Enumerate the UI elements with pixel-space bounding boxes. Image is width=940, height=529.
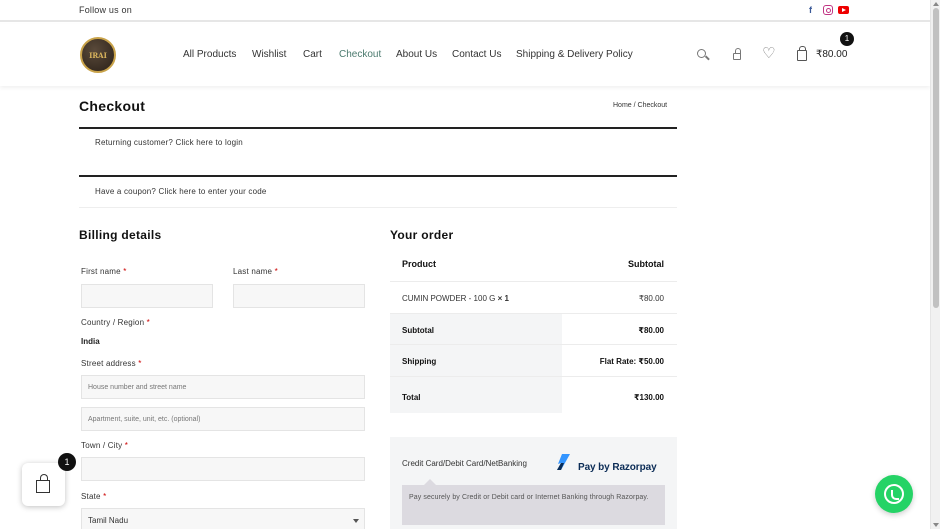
country-label: Country / Region *: [81, 318, 150, 327]
cart-bag-icon[interactable]: [797, 46, 807, 61]
shopping-bag-icon: [36, 474, 50, 493]
breadcrumb-separator: /: [633, 102, 636, 109]
top-bar: Follow us on f: [0, 0, 930, 22]
shipping-label: Shipping: [402, 357, 437, 366]
total-row: Total ₹130.00: [390, 377, 677, 413]
country-label-text: Country / Region: [81, 318, 145, 327]
last-name-label: Last name *: [233, 267, 278, 276]
order-table-header: Product Subtotal: [390, 245, 677, 282]
logo-text: IRAI: [89, 51, 107, 60]
state-selected-value: Tamil Nadu: [88, 515, 129, 525]
nav-cart[interactable]: Cart: [303, 49, 322, 60]
street-address-placeholder: House number and street name: [88, 383, 187, 391]
header-cart-total[interactable]: ₹80.00: [816, 49, 847, 60]
header-cart-count-badge: 1: [840, 32, 854, 46]
col-subtotal: Subtotal: [628, 259, 664, 269]
scroll-up-arrow-icon[interactable]: [933, 2, 939, 6]
apartment-input[interactable]: Apartment, suite, unit, etc. (optional): [81, 407, 365, 431]
required-mark: *: [124, 441, 129, 450]
nav-contact-us[interactable]: Contact Us: [452, 49, 501, 60]
shipping-row: Shipping Flat Rate: ₹50.00: [390, 345, 677, 377]
nav-about-us[interactable]: About Us: [396, 49, 437, 60]
last-name-label-text: Last name: [233, 267, 273, 276]
town-city-label-text: Town / City: [81, 441, 123, 450]
total-label: Total: [402, 393, 421, 402]
item-qty: × 1: [497, 294, 509, 303]
required-mark: *: [123, 267, 127, 276]
facebook-icon[interactable]: f: [809, 4, 812, 16]
breadcrumb-home[interactable]: Home: [613, 102, 632, 109]
town-city-input[interactable]: [81, 457, 365, 481]
first-name-input[interactable]: [81, 284, 213, 308]
order-table: Product Subtotal CUMIN POWDER - 100 G × …: [390, 245, 677, 413]
nav-shipping-policy[interactable]: Shipping & Delivery Policy: [516, 49, 633, 60]
last-name-input[interactable]: [233, 284, 365, 308]
account-lock-icon[interactable]: [733, 48, 741, 60]
chevron-down-icon: [353, 519, 359, 523]
search-icon[interactable]: [697, 49, 706, 58]
follow-us-text: Follow us on: [79, 5, 132, 15]
youtube-icon[interactable]: [838, 6, 849, 14]
scrollbar-thumb[interactable]: [933, 8, 939, 308]
floating-cart-count-badge: 1: [58, 453, 76, 471]
subtotal-label: Subtotal: [402, 326, 434, 335]
whatsapp-icon: [884, 484, 904, 504]
required-mark: *: [138, 359, 142, 368]
coupon-link[interactable]: Have a coupon? Click here to enter your …: [95, 187, 267, 196]
order-item-name: CUMIN POWDER - 100 G × 1: [402, 294, 509, 303]
returning-customer-login-link[interactable]: Returning customer? Click here to login: [95, 138, 243, 147]
billing-details-title: Billing details: [79, 228, 162, 242]
wishlist-heart-icon[interactable]: ♡: [762, 44, 775, 64]
scroll-down-arrow-icon[interactable]: [933, 523, 939, 527]
whatsapp-chat-button[interactable]: [875, 475, 913, 513]
item-name-text: CUMIN POWDER - 100 G: [402, 294, 496, 303]
coupon-top-rule: [79, 175, 677, 177]
floating-cart-button[interactable]: [22, 463, 65, 506]
shipping-value: Flat Rate: ₹50.00: [599, 357, 664, 366]
payment-description: Pay securely by Credit or Debit card or …: [402, 479, 665, 525]
instagram-icon[interactable]: [823, 5, 833, 15]
breadcrumb-current: Checkout: [637, 102, 668, 109]
required-mark: *: [146, 318, 150, 327]
site-logo[interactable]: IRAI: [80, 37, 116, 73]
state-label-text: State: [81, 492, 101, 501]
your-order-title: Your order: [390, 228, 454, 242]
notice-top-rule: [79, 127, 677, 129]
payment-methods: Credit Card/Debit Card/NetBanking Pay by…: [390, 437, 677, 529]
nav-checkout[interactable]: Checkout: [339, 49, 381, 60]
town-city-label: Town / City *: [81, 441, 128, 450]
street-address-label: Street address *: [81, 359, 142, 368]
state-label: State *: [81, 492, 106, 501]
page-title: Checkout: [79, 98, 146, 114]
razorpay-brand: Pay by Razorpay: [578, 462, 657, 473]
first-name-label: First name *: [81, 267, 127, 276]
subtotal-row: Subtotal ₹80.00: [390, 314, 677, 345]
razorpay-logo-icon: [557, 454, 570, 470]
country-value: India: [81, 337, 100, 346]
col-product: Product: [402, 259, 437, 269]
breadcrumb: Home / Checkout: [613, 102, 667, 109]
notice-divider: [79, 207, 677, 208]
order-item-price: ₹80.00: [638, 294, 664, 303]
first-name-label-text: First name: [81, 267, 121, 276]
state-select[interactable]: Tamil Nadu: [81, 508, 365, 529]
street-address-input[interactable]: House number and street name: [81, 375, 365, 399]
street-address-label-text: Street address: [81, 359, 136, 368]
total-value: ₹130.00: [633, 393, 664, 402]
apartment-placeholder: Apartment, suite, unit, etc. (optional): [88, 415, 201, 423]
nav-all-products[interactable]: All Products: [183, 49, 236, 60]
payment-method-label[interactable]: Credit Card/Debit Card/NetBanking: [402, 459, 527, 468]
site-header: IRAI All Products Wishlist Cart Checkout…: [0, 24, 930, 86]
required-mark: *: [274, 267, 278, 276]
required-mark: *: [103, 492, 107, 501]
order-item-row: CUMIN POWDER - 100 G × 1 ₹80.00: [390, 282, 677, 314]
page-scrollbar[interactable]: [930, 0, 940, 529]
nav-wishlist[interactable]: Wishlist: [252, 49, 286, 60]
subtotal-value: ₹80.00: [638, 326, 664, 335]
